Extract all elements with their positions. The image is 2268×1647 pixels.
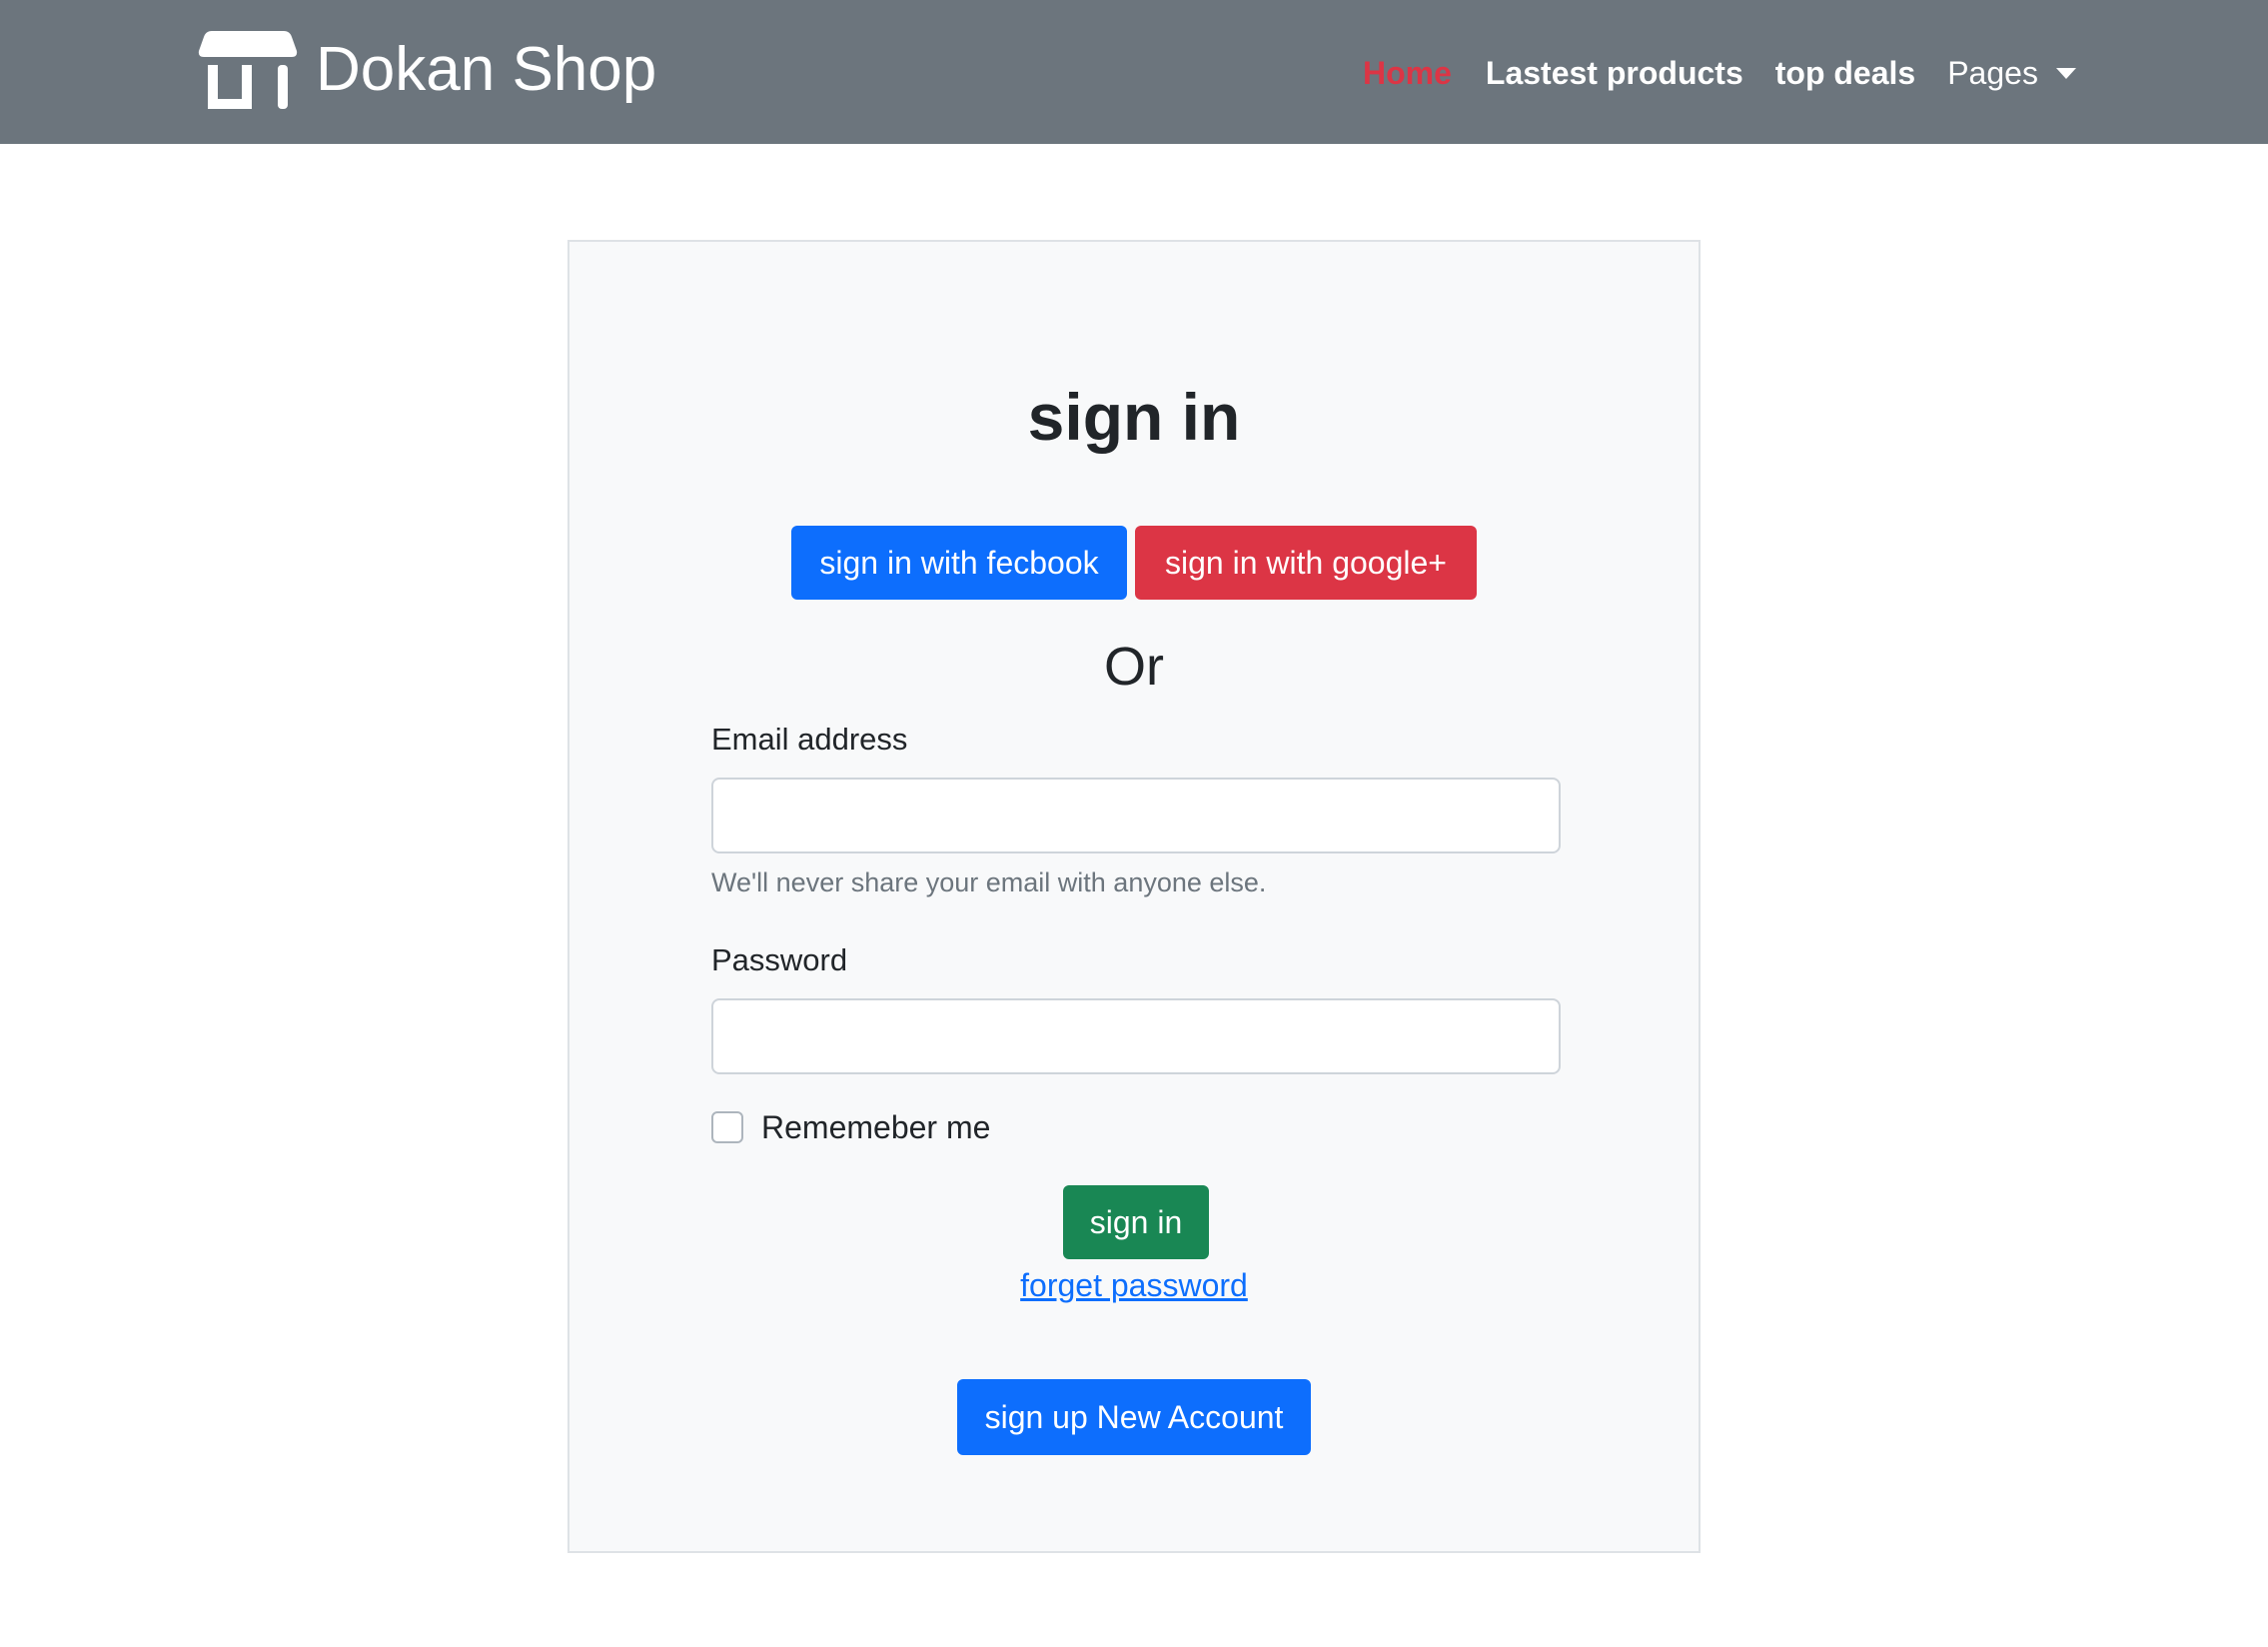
shop-icon (198, 31, 298, 109)
remember-me-label[interactable]: Rememeber me (761, 1111, 990, 1143)
chevron-down-icon (2055, 67, 2076, 79)
password-label: Password (711, 942, 848, 977)
nav-pages-dropdown[interactable]: Pages (1947, 55, 2076, 92)
social-login-group: sign in with fecbook sign in with google… (569, 526, 1699, 600)
signin-card: sign in sign in with fecbook sign in wit… (567, 240, 1701, 1553)
signin-submit-button[interactable]: sign in (1063, 1185, 1209, 1259)
forgot-password-row: forget password (569, 1269, 1699, 1301)
signup-button[interactable]: sign up New Account (957, 1379, 1311, 1455)
remember-me-row: Rememeber me (711, 1111, 990, 1143)
nav-top-deals-link[interactable]: top deals (1775, 55, 1915, 92)
or-divider: Or (1104, 637, 1164, 697)
email-field[interactable] (711, 778, 1561, 853)
brand-name: Dokan Shop (316, 35, 657, 104)
remember-me-checkbox[interactable] (711, 1111, 743, 1143)
google-signin-button[interactable]: sign in with google+ (1135, 526, 1477, 600)
nav-home-link[interactable]: Home (1363, 55, 1452, 92)
email-help-text: We'll never share your email with anyone… (711, 867, 1267, 897)
password-field[interactable] (711, 998, 1561, 1074)
forgot-password-link[interactable]: forget password (1020, 1267, 1248, 1303)
nav-latest-products-link[interactable]: Lastest products (1486, 55, 1743, 92)
nav-menu: Home Lastest products top deals Pages (1363, 50, 2076, 96)
top-navbar: Dokan Shop Home Lastest products top dea… (0, 0, 2268, 144)
email-label: Email address (711, 722, 908, 757)
nav-pages-label: Pages (1947, 54, 2038, 91)
facebook-signin-button[interactable]: sign in with fecbook (791, 526, 1127, 600)
signin-title: sign in (1027, 380, 1241, 454)
brand[interactable]: Dokan Shop (198, 28, 656, 112)
